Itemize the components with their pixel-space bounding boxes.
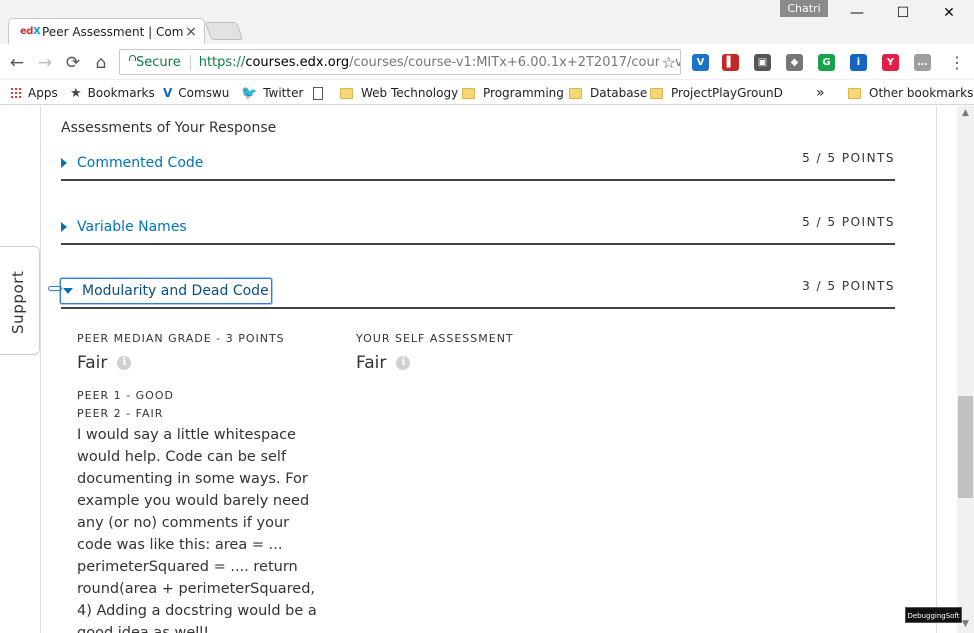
bookmark-bookmarks[interactable]: ★ Bookmarks: [70, 84, 155, 102]
assessments-title: Assessments of Your Response: [61, 120, 277, 136]
browser-toolbar: ← → ⟳ ⌂ Secure https://courses.edx.org/c…: [0, 44, 974, 80]
vimeo-extension-icon[interactable]: V: [692, 54, 709, 71]
maximize-button[interactable]: ☐: [880, 0, 926, 26]
criterion-modularity: Modularity and Dead Code 3 / 5 POINTS: [60, 278, 895, 309]
grammarly-extension-icon[interactable]: G: [818, 54, 835, 71]
bookmark-folder-projectplayground[interactable]: ProjectPlayGrounD: [650, 84, 783, 102]
scroll-up-icon[interactable]: ▲: [957, 108, 974, 120]
peer-grade-column: PEER MEDIAN GRADE - 3 POINTS Fair i PEER…: [77, 332, 327, 633]
bookmarks-overflow-button[interactable]: »: [816, 84, 825, 102]
bookmark-folder-other[interactable]: Other bookmarks: [848, 84, 973, 102]
criterion-commented-code: Commented Code 5 / 5 POINTS: [61, 151, 895, 181]
page-icon: [313, 86, 323, 100]
self-assessment-column: YOUR SELF ASSESSMENT Fair i: [356, 332, 514, 373]
bookmark-folder-web-technology[interactable]: Web Technology: [340, 84, 458, 102]
peer-2-grade: PEER 2 - FAIR: [77, 407, 164, 420]
self-assessment-grade: Fair i: [356, 353, 514, 373]
bookmark-comswu[interactable]: V Comswu: [163, 84, 229, 102]
info-icon[interactable]: i: [117, 356, 132, 370]
content-left-border: [40, 106, 41, 633]
peer-median-label: PEER MEDIAN GRADE - 3 POINTS: [77, 332, 285, 345]
folder-icon: [569, 87, 582, 99]
criterion-toggle-commented-code[interactable]: Commented Code: [61, 151, 205, 175]
evernote-extension-icon[interactable]: ▣: [754, 54, 771, 71]
support-tab[interactable]: Support: [0, 246, 40, 355]
twitter-icon: 🐦: [241, 85, 258, 101]
peer-median-grade: Fair i: [77, 353, 327, 373]
folder-icon: [340, 87, 353, 99]
comswu-icon: V: [163, 86, 173, 100]
address-bar[interactable]: Secure https://courses.edx.org/courses/c…: [119, 49, 681, 75]
bookmark-extension-icon[interactable]: ▌: [722, 54, 739, 71]
back-button[interactable]: ←: [6, 52, 28, 74]
folder-icon: [848, 87, 861, 99]
profile-button[interactable]: Chatri: [780, 0, 828, 17]
peer-feedback-text: I would say a little whitespace would he…: [77, 427, 317, 633]
browser-tab[interactable]: edX Peer Assessment | Compl ×: [8, 18, 205, 44]
star-icon: ★: [70, 85, 82, 101]
caret-right-icon: [61, 222, 67, 232]
peer-1-grade: PEER 1 - GOOD: [77, 389, 174, 402]
edx-favicon-icon: edX: [20, 26, 41, 37]
tab-title: Peer Assessment | Compl: [42, 24, 184, 39]
criterion-variable-names: Variable Names 5 / 5 POINTS: [61, 215, 895, 245]
new-tab-button[interactable]: [204, 22, 244, 40]
watermark-logo: DebuggingSoft: [905, 607, 962, 623]
info-extension-icon[interactable]: i: [850, 54, 867, 71]
bookmark-twitter[interactable]: 🐦 Twitter: [241, 84, 303, 102]
page-scrollbar[interactable]: ▲ ▼: [957, 106, 974, 633]
bookmark-blank-page[interactable]: [313, 84, 331, 102]
criterion-points: 3 / 5 POINTS: [802, 279, 895, 293]
bookmark-apps[interactable]: Apps: [10, 84, 58, 102]
criterion-points: 5 / 5 POINTS: [802, 215, 895, 229]
apps-grid-icon: [10, 87, 22, 99]
folder-icon: [650, 87, 663, 99]
focus-indicator: [48, 286, 62, 291]
title-bar: edX Peer Assessment | Compl × Chatri — ☐…: [0, 0, 974, 44]
bookmark-folder-programming[interactable]: Programming: [462, 84, 564, 102]
bookmark-folder-database[interactable]: Database: [569, 84, 647, 102]
content-right-border: [936, 106, 937, 633]
window-close-button[interactable]: ✕: [926, 0, 972, 26]
self-assessment-label: YOUR SELF ASSESSMENT: [356, 332, 514, 345]
reload-button[interactable]: ⟳: [62, 52, 84, 74]
caret-right-icon: [61, 158, 67, 168]
criterion-toggle-modularity[interactable]: Modularity and Dead Code: [60, 278, 272, 304]
scroll-thumb[interactable]: [958, 396, 973, 498]
bookmark-star-icon[interactable]: ☆: [658, 53, 676, 72]
chat-extension-icon[interactable]: …: [914, 54, 931, 71]
tab-close-icon[interactable]: ×: [184, 24, 198, 40]
bookmarks-bar: Apps ★ Bookmarks V Comswu 🐦 Twitter Web …: [0, 80, 974, 105]
heart-extension-icon[interactable]: Y: [882, 54, 899, 71]
folder-icon: [462, 87, 475, 99]
forward-button[interactable]: →: [34, 52, 56, 74]
support-label: Support: [9, 270, 27, 335]
page-viewport: Support Assessments of Your Response Com…: [0, 106, 974, 633]
criterion-toggle-variable-names[interactable]: Variable Names: [61, 215, 189, 239]
minimize-button[interactable]: —: [834, 0, 880, 26]
criterion-points: 5 / 5 POINTS: [802, 151, 895, 165]
info-icon[interactable]: i: [396, 356, 411, 370]
url-text: https://courses.edx.org/courses/course-v…: [198, 54, 681, 70]
home-button[interactable]: ⌂: [90, 52, 112, 74]
secure-label: Secure: [136, 54, 191, 70]
caret-down-icon: [63, 288, 73, 294]
browser-menu-icon[interactable]: ⋮: [946, 52, 968, 74]
screenshot-extension-icon[interactable]: ◆: [786, 54, 803, 71]
